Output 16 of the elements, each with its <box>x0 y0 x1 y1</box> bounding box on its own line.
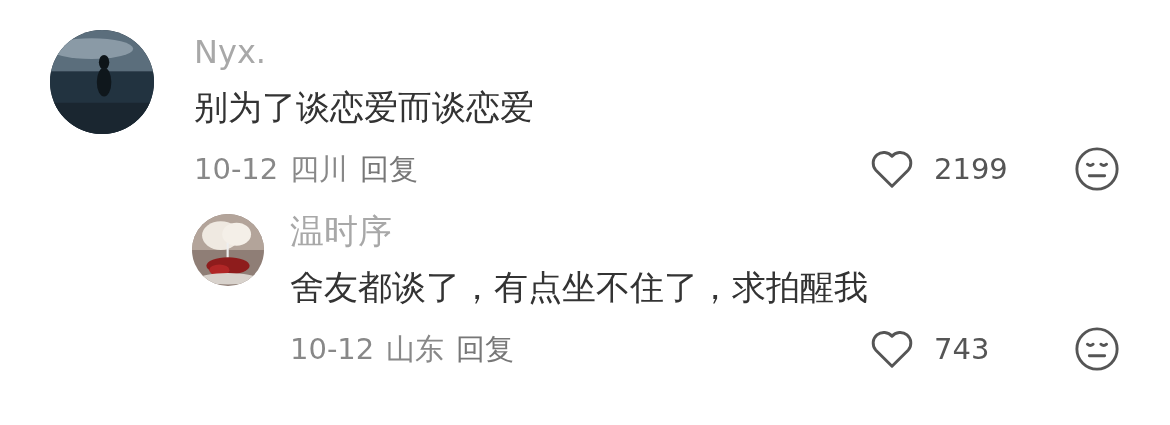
like-count: 743 <box>934 331 991 368</box>
comment-text: 别为了谈恋爱而谈恋爱 <box>194 86 534 129</box>
like-icon[interactable] <box>870 329 914 369</box>
comment-location: 四川 <box>290 151 349 188</box>
comment-date: 10-12 <box>290 331 375 368</box>
username[interactable]: 温时序 <box>290 208 392 254</box>
face-icon[interactable] <box>1074 146 1120 192</box>
like-icon[interactable] <box>870 149 914 189</box>
face-icon[interactable] <box>1074 326 1120 372</box>
reply-link[interactable]: 回复 <box>360 149 419 189</box>
comment-text: 舍友都谈了，有点坐不住了，求拍醒我 <box>290 266 868 309</box>
reply-link[interactable]: 回复 <box>456 329 515 369</box>
username[interactable]: Nyx. <box>194 30 266 74</box>
comment-date: 10-12 <box>194 151 279 188</box>
like-count: 2199 <box>934 151 1009 188</box>
comment-location: 山东 <box>386 331 445 368</box>
